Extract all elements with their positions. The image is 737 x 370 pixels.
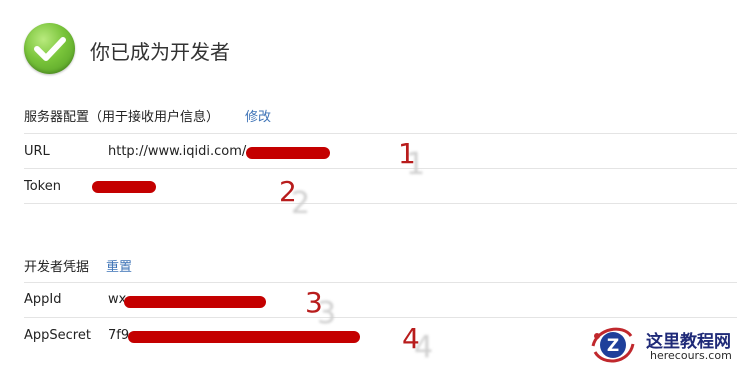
redaction-mark [246,147,330,159]
reset-link[interactable]: 重置 [106,256,132,275]
redaction-mark [92,181,156,193]
annotation-number: 4 [402,322,420,355]
divider [24,168,737,169]
appsecret-label: AppSecret [24,328,91,343]
edit-link[interactable]: 修改 [245,106,271,125]
url-value: http://www.iqidi.com/ [108,144,247,159]
watermark-logo-icon: Z [589,322,637,366]
appid-label: AppId [24,292,62,307]
token-label: Token [24,179,61,194]
server-config-heading: 服务器配置（用于接收用户信息） [24,110,220,125]
url-label: URL [24,144,50,159]
annotation-number: 1 [398,137,416,170]
divider [24,133,737,134]
watermark-url: herecours.com [650,349,732,362]
divider [24,203,737,204]
divider [24,317,737,318]
redaction-mark [124,296,266,308]
redaction-mark [128,331,360,343]
page-title: 你已成为开发者 [90,40,230,64]
annotation-number: 3 [305,286,323,319]
annotation-number: 2 [279,175,297,208]
svg-text:Z: Z [607,336,619,356]
credentials-heading: 开发者凭据 [24,260,90,275]
check-circle-icon [24,23,75,74]
divider [24,282,737,283]
appsecret-value: 7f9 [108,328,130,343]
